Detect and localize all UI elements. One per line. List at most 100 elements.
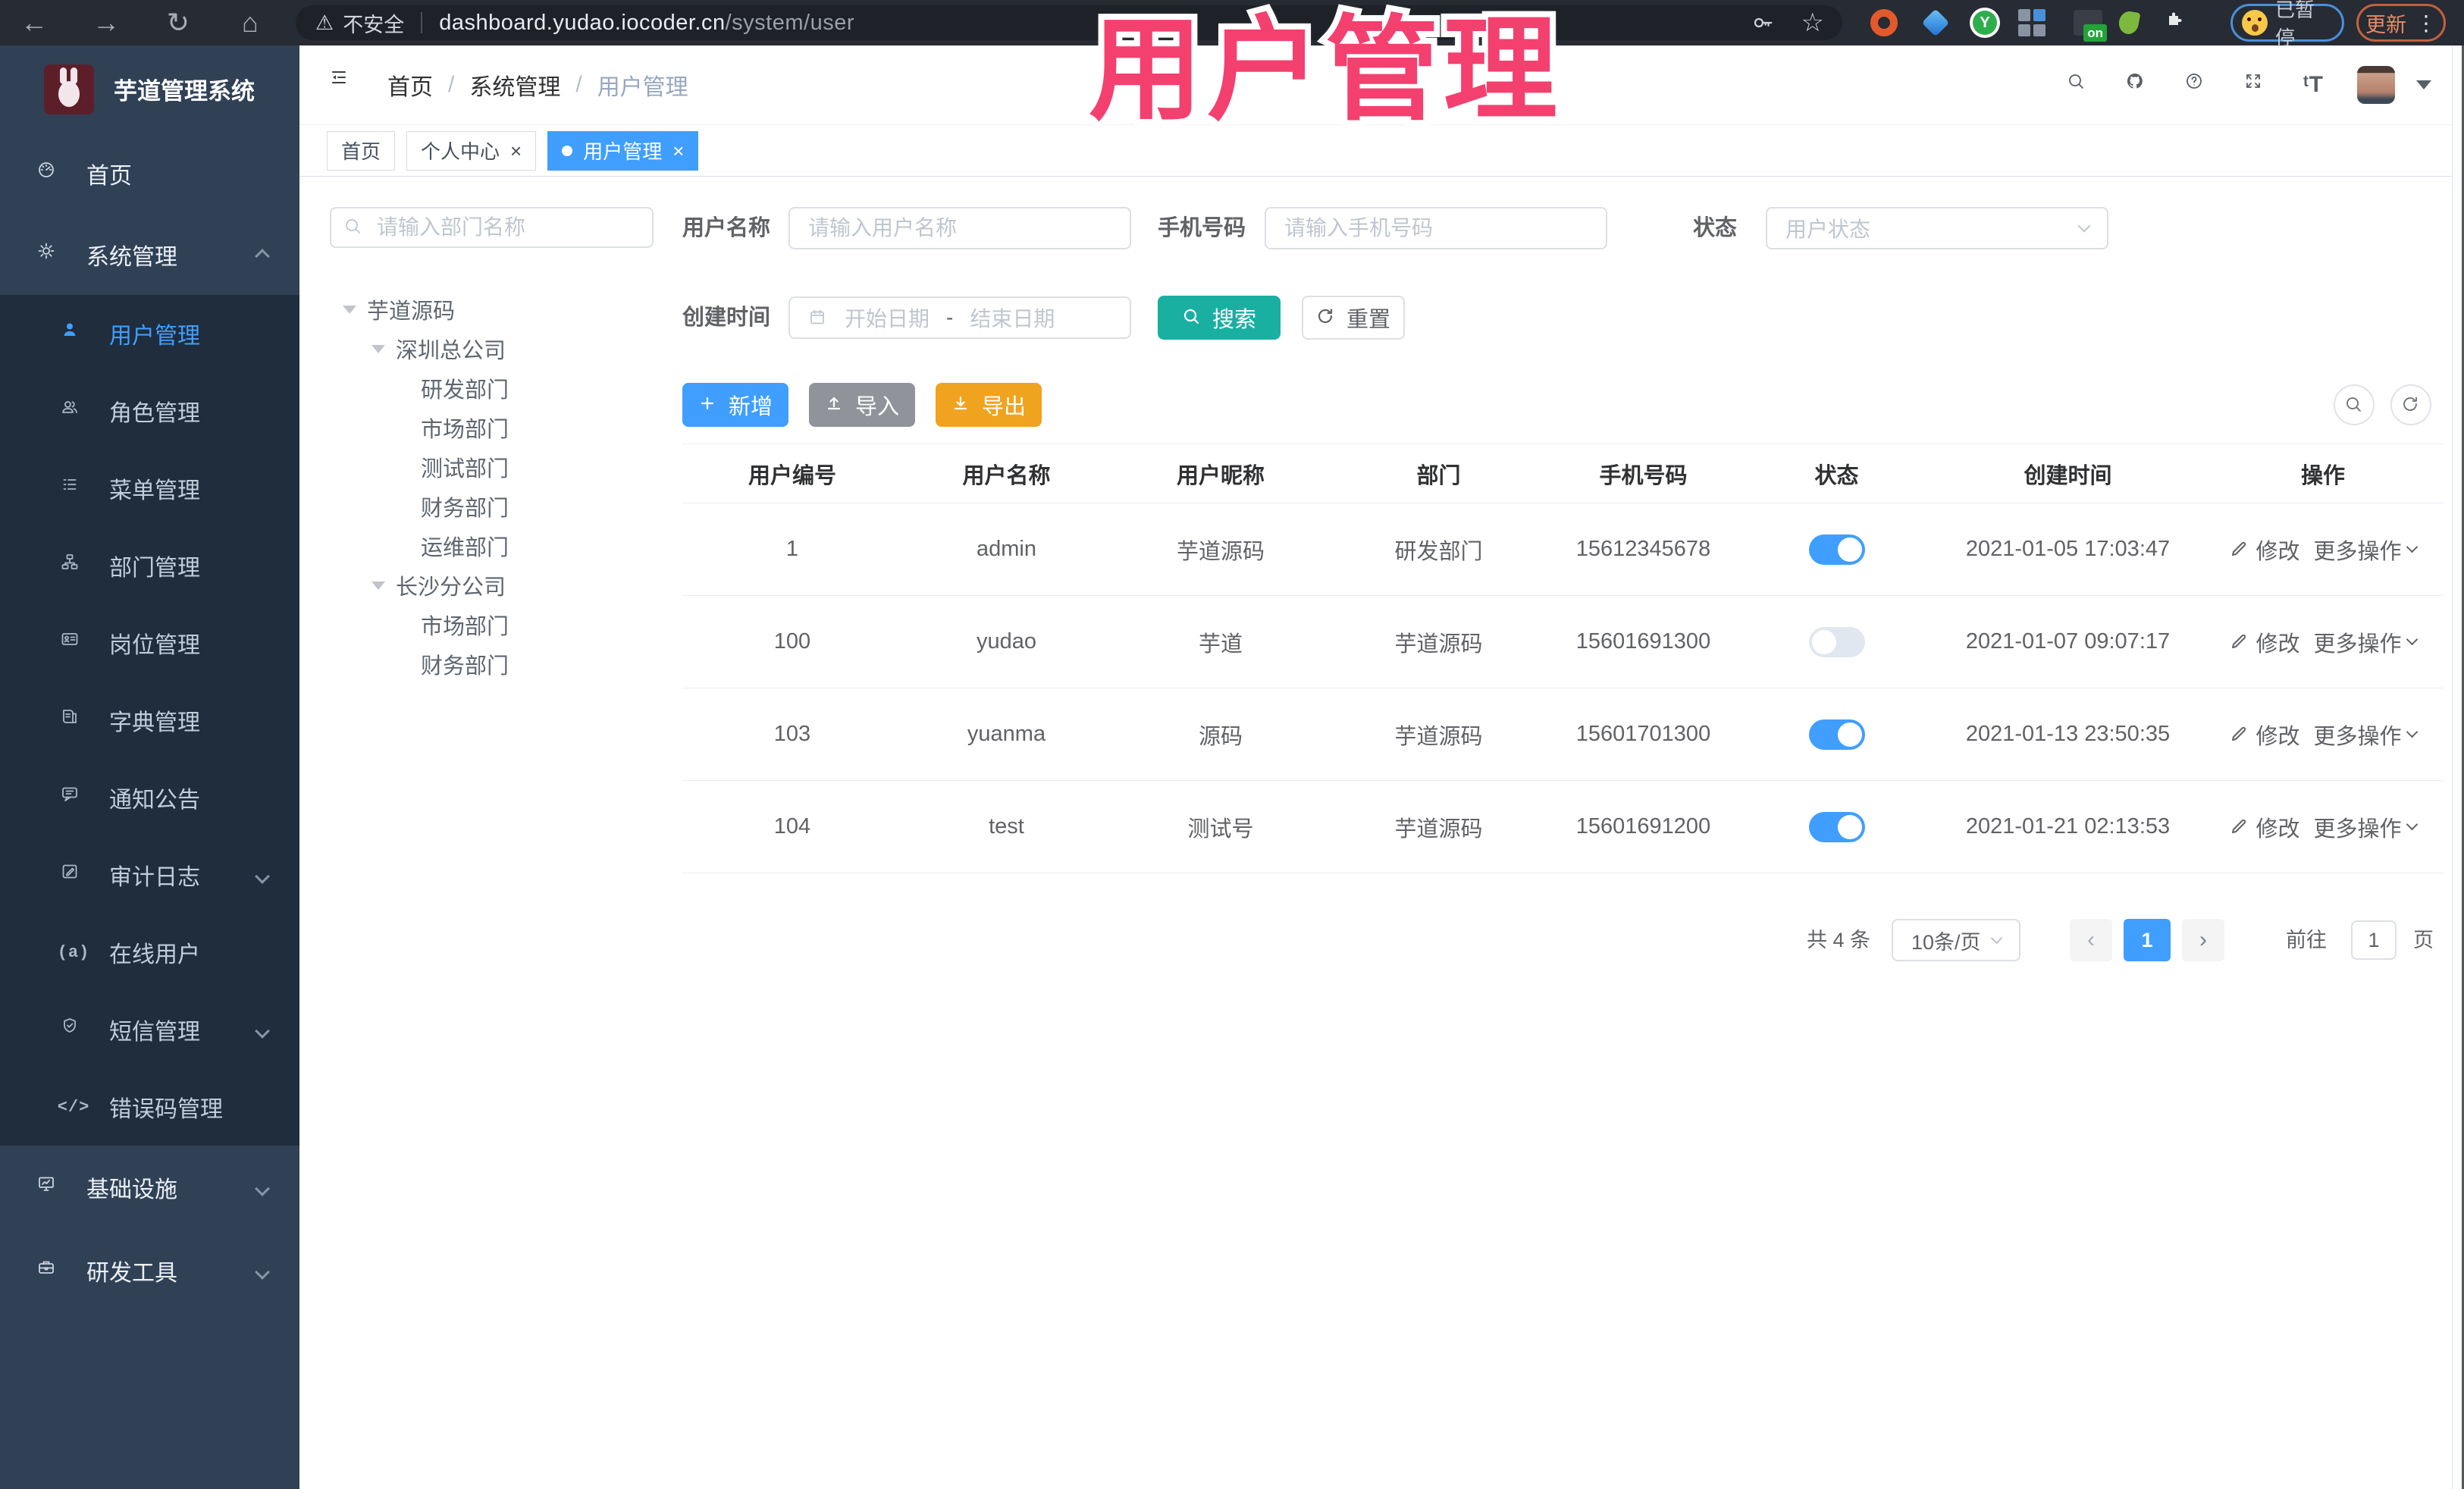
sidebar-item-menu-management[interactable]: 菜单管理	[0, 450, 299, 527]
close-icon[interactable]: ×	[672, 141, 684, 161]
tree-node-dept[interactable]: 运维部门	[421, 526, 509, 566]
address-bar[interactable]: ⚠ 不安全 dashboard.yudao.iocoder.cn/system/…	[296, 5, 1842, 40]
col-header-actions: 操作	[2300, 463, 2345, 488]
extensions-puzzle-icon[interactable]	[2162, 6, 2196, 39]
more-actions-link[interactable]: 更多操作	[2314, 534, 2418, 566]
extension-icon-green-leaf[interactable]	[2112, 6, 2146, 39]
tree-node-dept[interactable]: 市场部门	[421, 605, 509, 644]
browser-menu-kebab-icon[interactable]: ⋮	[2415, 11, 2437, 36]
tab-profile[interactable]: 个人中心 ×	[406, 130, 537, 171]
tree-expand-icon[interactable]	[371, 344, 385, 353]
sidebar-item-audit-log[interactable]: 审计日志	[0, 836, 299, 914]
table-row: 1 admin 芋道源码 研发部门 15612345678 2021-01-05…	[682, 503, 2444, 596]
next-page-button[interactable]: ›	[2182, 919, 2224, 961]
sidebar-item-error-code[interactable]: </> 错误码管理	[0, 1068, 299, 1146]
help-icon[interactable]	[2185, 72, 2211, 98]
sidebar-item-system[interactable]: 系统管理	[0, 214, 299, 295]
status-select[interactable]: 用户状态	[1766, 207, 2108, 249]
site-security-warning[interactable]: ⚠ 不安全	[315, 8, 404, 38]
tree-node-dept[interactable]: 测试部门	[421, 447, 509, 487]
sidebar-item-dev-tools[interactable]: 研发工具	[0, 1229, 299, 1312]
import-button[interactable]: 导入	[809, 383, 915, 427]
breadcrumb-home[interactable]: 首页	[387, 68, 433, 102]
status-toggle[interactable]	[1808, 534, 1865, 565]
browser-forward-icon[interactable]: →	[80, 0, 133, 45]
tree-node-company[interactable]: 长沙分公司	[371, 566, 506, 605]
tree-node-dept[interactable]: 研发部门	[421, 368, 509, 408]
edit-link[interactable]: 修改	[2230, 719, 2300, 751]
edit-link[interactable]: 修改	[2230, 626, 2300, 658]
app-header: 首页 / 系统管理 / 用户管理 ᵗT	[299, 45, 2453, 125]
toggle-search-button[interactable]	[2334, 384, 2375, 425]
search-button[interactable]: 搜索	[1158, 296, 1281, 340]
status-toggle[interactable]	[1808, 719, 1865, 750]
avatar-caret-icon[interactable]	[2416, 80, 2431, 89]
status-toggle[interactable]	[1808, 626, 1865, 657]
fullscreen-icon[interactable]	[2244, 72, 2270, 98]
sidebar-item-dept-management[interactable]: 部门管理	[0, 527, 299, 604]
header-search-icon[interactable]	[2067, 72, 2093, 98]
tab-user-management[interactable]: 用户管理 ×	[547, 130, 699, 171]
tree-node-root[interactable]: 芋道源码	[343, 290, 455, 329]
sidebar-item-notice[interactable]: 通知公告	[0, 759, 299, 836]
prev-page-button[interactable]: ‹	[2070, 919, 2112, 961]
sidebar-item-post-management[interactable]: 岗位管理	[0, 604, 299, 682]
current-page-button[interactable]: 1	[2124, 919, 2171, 961]
extension-icon-blue-gem[interactable]	[1919, 6, 1952, 39]
export-button[interactable]: 导出	[936, 383, 1042, 427]
date-range-picker[interactable]: 开始日期 - 结束日期	[788, 296, 1131, 339]
browser-back-icon[interactable]: ←	[8, 0, 61, 45]
extension-icon-on-badge[interactable]: on	[2071, 6, 2107, 42]
browser-home-icon[interactable]: ⌂	[224, 0, 277, 45]
chevron-up-icon	[255, 242, 270, 268]
page-size-select[interactable]: 10条/页	[1892, 919, 2020, 961]
user-avatar[interactable]	[2357, 65, 2395, 104]
sidebar-item-dict-management[interactable]: 字典管理	[0, 682, 299, 759]
close-icon[interactable]: ×	[510, 141, 522, 161]
tree-expand-icon[interactable]	[343, 305, 356, 314]
bookmark-star-icon[interactable]: ☆	[1801, 8, 1824, 38]
tree-node-dept[interactable]: 财务部门	[421, 487, 509, 526]
dept-search-field[interactable]	[330, 207, 654, 248]
org-tree-icon	[59, 553, 88, 578]
tree-node-dept[interactable]: 财务部门	[421, 644, 509, 684]
edit-link[interactable]: 修改	[2230, 811, 2300, 843]
more-actions-link[interactable]: 更多操作	[2314, 811, 2418, 843]
sidebar-item-user-management[interactable]: 用户管理	[0, 295, 299, 372]
browser-reload-icon[interactable]: ↻	[152, 0, 205, 45]
refresh-table-button[interactable]	[2390, 384, 2431, 425]
refresh-icon	[1318, 309, 1333, 324]
breadcrumb-system[interactable]: 系统管理	[469, 68, 560, 102]
sidebar-item-infrastructure[interactable]: 基础设施	[0, 1146, 299, 1229]
github-icon[interactable]	[2126, 72, 2152, 98]
sidebar-item-home[interactable]: 首页	[0, 133, 299, 214]
tree-node-company[interactable]: 深圳总公司	[371, 329, 506, 368]
font-size-icon[interactable]: ᵗT	[2303, 72, 2324, 98]
sidebar-item-online-users[interactable]: (a) 在线用户	[0, 914, 299, 991]
sidebar-collapse-icon[interactable]	[330, 68, 365, 102]
edit-link[interactable]: 修改	[2230, 534, 2300, 566]
window-scrollbar[interactable]	[2452, 45, 2464, 1489]
password-key-icon[interactable]	[1751, 11, 1774, 34]
username-input[interactable]	[788, 207, 1131, 249]
mobile-input[interactable]	[1265, 207, 1607, 249]
sidebar-item-role-management[interactable]: 角色管理	[0, 372, 299, 450]
extension-icon-squares[interactable]	[2015, 6, 2049, 39]
add-button[interactable]: 新增	[682, 383, 788, 427]
profile-paused-badge[interactable]: 已暂停	[2230, 0, 2344, 49]
sidebar-item-sms-management[interactable]: 短信管理	[0, 991, 299, 1068]
more-actions-link[interactable]: 更多操作	[2314, 626, 2418, 658]
browser-update-button[interactable]: 更新 ⋮	[2356, 4, 2446, 42]
goto-page-input[interactable]	[2351, 920, 2397, 960]
tree-node-dept[interactable]: 市场部门	[421, 408, 509, 447]
status-toggle[interactable]	[1808, 811, 1865, 842]
reset-button[interactable]: 重置	[1302, 296, 1405, 340]
tab-home[interactable]: 首页	[327, 130, 396, 171]
more-actions-link[interactable]: 更多操作	[2314, 719, 2418, 751]
app-logo[interactable]: 芋道管理系统	[0, 45, 299, 133]
upload-icon	[827, 397, 841, 410]
extension-icon-green-y[interactable]: Y	[1968, 6, 2002, 39]
tree-expand-icon[interactable]	[371, 581, 385, 590]
extension-icon-orange[interactable]	[1867, 6, 1901, 39]
dept-search-input[interactable]	[330, 207, 654, 248]
